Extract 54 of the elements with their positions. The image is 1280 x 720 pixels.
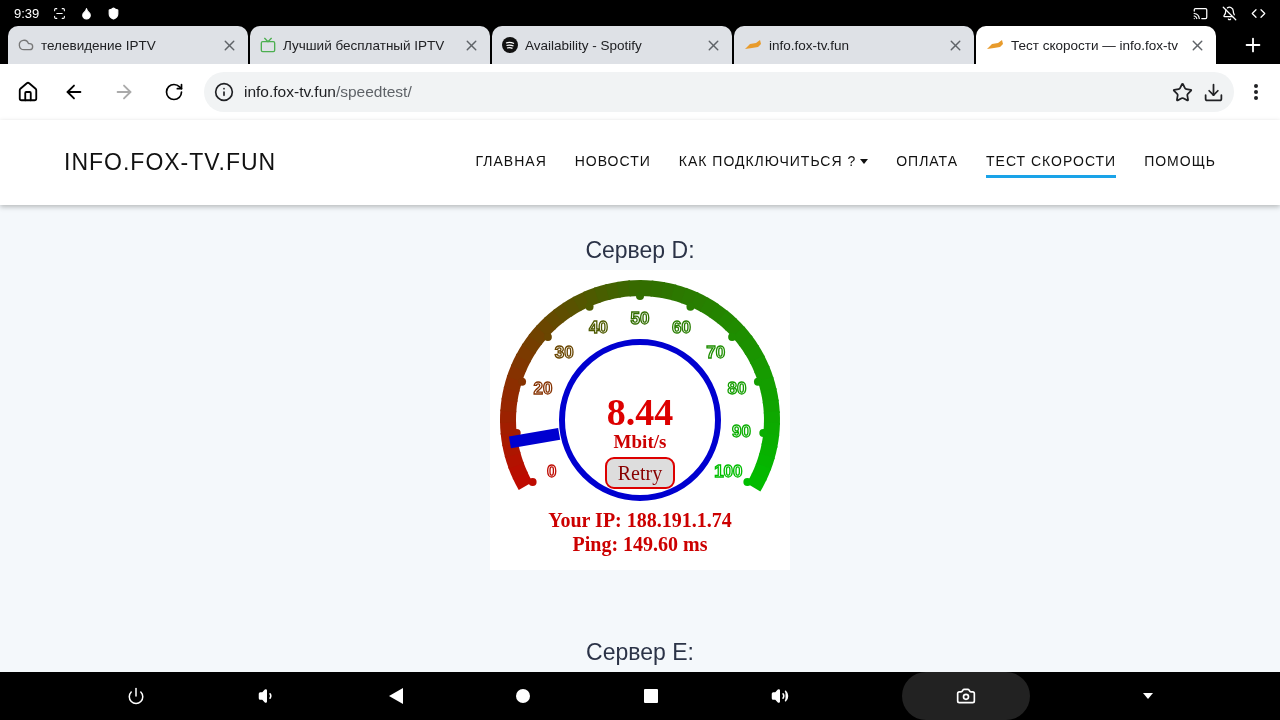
browser-tab[interactable]: info.fox-tv.fun — [734, 26, 974, 64]
star-icon[interactable] — [1172, 81, 1193, 103]
power-button[interactable] — [126, 687, 145, 705]
recents-button[interactable] — [643, 689, 658, 703]
site-brand[interactable]: INFO.FOX-TV.FUN — [64, 149, 277, 176]
bell-off-icon — [1222, 5, 1237, 21]
browser-tab[interactable]: Тест скорости — info.fox-tv — [976, 26, 1216, 64]
scale-label: 30 — [554, 342, 574, 362]
nav-link[interactable]: ОПЛАТА — [896, 147, 958, 178]
scale-label: 70 — [706, 342, 726, 362]
speed-value: 8.44 — [606, 391, 674, 433]
spotify-icon — [502, 37, 518, 53]
address-bar[interactable]: info.fox-tv.fun/speedtest/ — [204, 72, 1234, 112]
scale-label: 100 — [714, 462, 743, 481]
browser-tab[interactable]: Лучший бесплатный IPTV — [250, 26, 490, 64]
home-icon — [17, 81, 39, 103]
download-icon[interactable] — [1203, 81, 1224, 103]
ip-address: Your IP: 188.191.1.74 — [548, 509, 732, 531]
cloud-icon — [18, 37, 34, 53]
ping-time: Ping: 149.60 ms — [572, 533, 708, 555]
browser-tab[interactable]: Availability - Spotify — [492, 26, 732, 64]
scale-label: 0 — [546, 462, 557, 481]
scale-label: 90 — [732, 421, 751, 441]
screenshot-icon — [53, 6, 67, 20]
url-text: info.fox-tv.fun/speedtest/ — [244, 83, 413, 101]
reload-icon — [164, 82, 184, 102]
info-icon — [214, 82, 234, 102]
server-title: Сервер D: — [585, 237, 695, 264]
shield-icon — [107, 6, 121, 20]
more-icon — [1254, 84, 1258, 100]
home-button[interactable] — [516, 689, 531, 703]
camera-icon — [956, 686, 977, 706]
nav-link[interactable]: ПОМОЩЬ — [1144, 147, 1216, 178]
retry-button[interactable]: Retry — [605, 457, 675, 489]
scale-label: 50 — [630, 309, 650, 328]
speed-unit: Mbit/s — [613, 431, 667, 452]
scale-label: 80 — [727, 379, 747, 399]
scale-label: 40 — [589, 317, 608, 337]
nav-link[interactable]: ТЕСТ СКОРОСТИ — [986, 147, 1117, 178]
nav-link[interactable]: ГЛАВНАЯ — [475, 147, 547, 178]
tv-icon — [260, 37, 276, 53]
scale-label: 60 — [672, 317, 691, 337]
screenshot-button[interactable] — [902, 672, 1031, 720]
nav-link[interactable]: НОВОСТИ — [574, 147, 651, 178]
cast-icon — [1193, 5, 1208, 21]
back-button[interactable] — [389, 688, 404, 704]
server-title: Сервер E: — [586, 639, 694, 666]
nav-link[interactable]: КАК ПОДКЛЮЧИТЬСЯ ? — [678, 147, 869, 178]
scale-label: 20 — [533, 379, 553, 399]
caret-button[interactable] — [1143, 693, 1154, 699]
volume-up-button[interactable] — [770, 687, 789, 705]
browser-tab[interactable]: телевидение IPTV — [8, 26, 248, 64]
clock: 9:39 — [14, 5, 40, 21]
drop-icon — [80, 6, 94, 20]
